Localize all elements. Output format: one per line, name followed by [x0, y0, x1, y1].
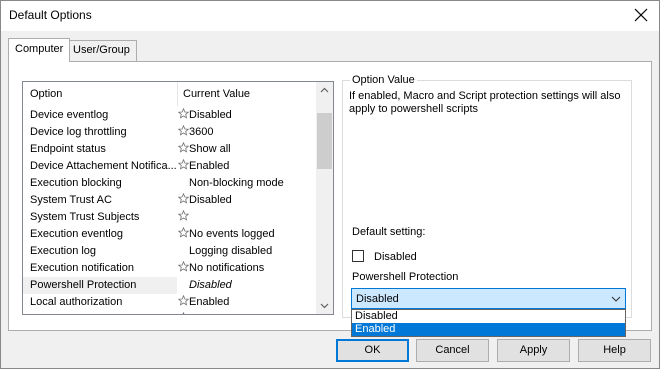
column-divider[interactable]: [177, 82, 178, 106]
list-item-option: Device eventlog: [30, 109, 109, 121]
list-item[interactable]: 180: [23, 311, 316, 314]
dropdown-option-enabled[interactable]: Enabled: [352, 323, 625, 336]
list-item-option: Execution eventlog: [30, 228, 123, 240]
close-icon[interactable]: [632, 6, 650, 24]
tab-user-group[interactable]: User/Group: [66, 40, 137, 61]
vertical-scrollbar[interactable]: [316, 82, 333, 314]
list-item[interactable]: Execution blocking Non-blocking mode: [23, 175, 316, 192]
list-item-value: 180: [189, 313, 207, 314]
list-item-option: Powershell Protection: [23, 277, 177, 294]
list-item-option: Execution blocking: [30, 177, 122, 189]
list-item-value: No events logged: [189, 228, 275, 240]
list-header: Option Current Value: [23, 82, 316, 106]
disabled-checkbox[interactable]: [352, 250, 364, 262]
powershell-protection-combo[interactable]: Disabled: [351, 288, 626, 309]
list-item-value: Non-blocking mode: [189, 177, 284, 189]
combo-dropdown-list: Disabled Enabled: [351, 309, 626, 337]
star-icon: [178, 159, 189, 170]
disabled-checkbox-label[interactable]: Disabled: [374, 251, 417, 263]
star-icon: [178, 227, 189, 238]
cancel-button[interactable]: Cancel: [416, 339, 489, 362]
tab-user-group-label: User/Group: [73, 44, 130, 56]
option-value-legend: Option Value: [350, 74, 417, 86]
star-icon: [178, 108, 189, 119]
chevron-down-icon[interactable]: [316, 297, 333, 314]
star-icon: [182, 312, 185, 314]
powershell-protection-label: Powershell Protection: [352, 271, 459, 283]
list-item-option: System Trust AC: [30, 194, 112, 206]
list-item-option: Device Attachement Notifica...: [30, 160, 177, 172]
list-item-option: Endpoint status: [30, 143, 106, 155]
list-rows: Device eventlog Disabled Device log thrott…: [23, 107, 316, 314]
star-icon: [178, 261, 189, 272]
list-item-option: Execution notification: [30, 262, 134, 274]
apply-button[interactable]: Apply: [497, 339, 570, 362]
list-item[interactable]: Execution log Logging disabled: [23, 243, 316, 260]
column-header-current-value[interactable]: Current Value: [183, 88, 250, 100]
options-listview[interactable]: Option Current Value Device eventlog Disa…: [22, 81, 334, 315]
list-item-option: Device log throttling: [30, 126, 127, 138]
list-item[interactable]: Device eventlog Disabled: [23, 107, 316, 124]
window-title: Default Options: [9, 8, 92, 22]
list-item-value: Logging disabled: [189, 245, 273, 257]
chevron-up-icon[interactable]: [316, 82, 333, 99]
scrollbar-thumb[interactable]: [317, 113, 332, 169]
star-icon: [178, 295, 189, 306]
combo-value: Disabled: [356, 293, 399, 305]
list-item-value: Disabled: [189, 109, 232, 121]
list-item-option: System Trust Subjects: [30, 211, 140, 223]
help-button[interactable]: Help: [578, 339, 651, 362]
tab-computer-label: Computer: [15, 43, 64, 55]
list-item[interactable]: Device Attachement Notifica... Enabled: [23, 158, 316, 175]
star-icon: [178, 210, 189, 221]
star-icon: [178, 193, 189, 204]
default-setting-label: Default setting:: [352, 226, 426, 238]
ok-button[interactable]: OK: [336, 339, 409, 362]
tab-computer[interactable]: Computer: [8, 38, 71, 62]
star-icon: [178, 125, 189, 136]
list-item-value: Show all: [189, 143, 231, 155]
star-icon: [178, 142, 189, 153]
list-item-value: Enabled: [189, 160, 230, 172]
list-item-option: Local authorization: [30, 296, 123, 308]
list-item[interactable]: Execution eventlog No events logged: [23, 226, 316, 243]
list-item[interactable]: Endpoint status Show all: [23, 141, 316, 158]
dropdown-option-disabled[interactable]: Disabled: [352, 310, 625, 323]
title-bar: Default Options: [0, 0, 660, 31]
list-item-option: [23, 311, 177, 314]
list-item[interactable]: Local authorization Enabled: [23, 294, 316, 311]
list-item[interactable]: System Trust AC Disabled: [23, 192, 316, 209]
option-description: If enabled, Macro and Script protection …: [349, 90, 621, 115]
list-item-value: Disabled: [189, 194, 232, 206]
list-item-value: No notifications: [189, 262, 265, 274]
list-item[interactable]: Device log throttling 3600: [23, 124, 316, 141]
list-item[interactable]: System Trust Subjects: [23, 209, 316, 226]
chevron-down-icon: [611, 296, 621, 302]
list-item-option: Execution log: [30, 245, 97, 257]
list-item-value: Enabled: [189, 296, 230, 308]
list-item[interactable]: Execution notification No notifications: [23, 260, 316, 277]
list-item[interactable]: Powershell Protection Disabled: [23, 277, 316, 294]
column-header-option[interactable]: Option: [30, 88, 62, 100]
list-item-value: 3600: [189, 126, 214, 138]
list-item-value: Disabled: [189, 279, 232, 291]
